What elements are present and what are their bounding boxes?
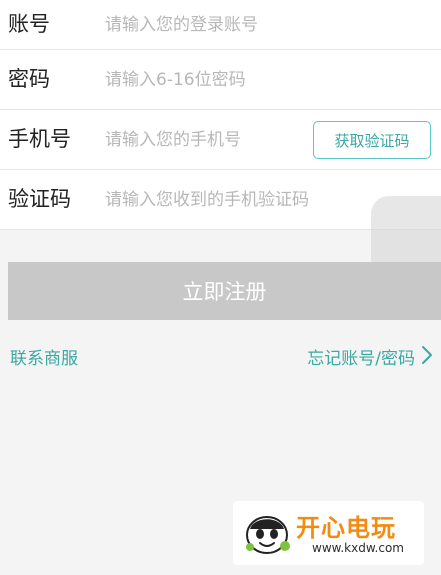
get-code-button[interactable]: 获取验证码: [313, 121, 431, 159]
watermark-url: www.kxdw.com: [312, 541, 404, 555]
watermark-badge: 开心电玩 www.kxdw.com: [233, 501, 424, 565]
register-button[interactable]: 立即注册: [8, 262, 441, 320]
mascot-logo-icon: [246, 516, 290, 554]
password-input[interactable]: [105, 62, 431, 97]
verification-label: 验证码: [8, 187, 71, 211]
phone-label: 手机号: [8, 127, 71, 151]
phone-input[interactable]: [105, 122, 311, 157]
watermark-title: 开心电玩: [296, 514, 396, 542]
contact-support-link[interactable]: 联系商服: [10, 344, 78, 369]
chevron-right-icon[interactable]: [421, 345, 433, 365]
forgot-account-password-link[interactable]: 忘记账号/密码: [307, 344, 415, 369]
register-form: 账号 密码 手机号 获取验证码 验证码: [0, 0, 441, 230]
account-label: 账号: [8, 12, 50, 36]
password-row: 密码: [0, 50, 441, 110]
register-page: 账号 密码 手机号 获取验证码 验证码 立即注册 联系商服 忘记账号/密码: [0, 0, 441, 575]
account-input[interactable]: [105, 7, 431, 42]
password-label: 密码: [8, 67, 50, 91]
account-row: 账号: [0, 0, 441, 50]
phone-row: 手机号 获取验证码: [0, 110, 441, 170]
